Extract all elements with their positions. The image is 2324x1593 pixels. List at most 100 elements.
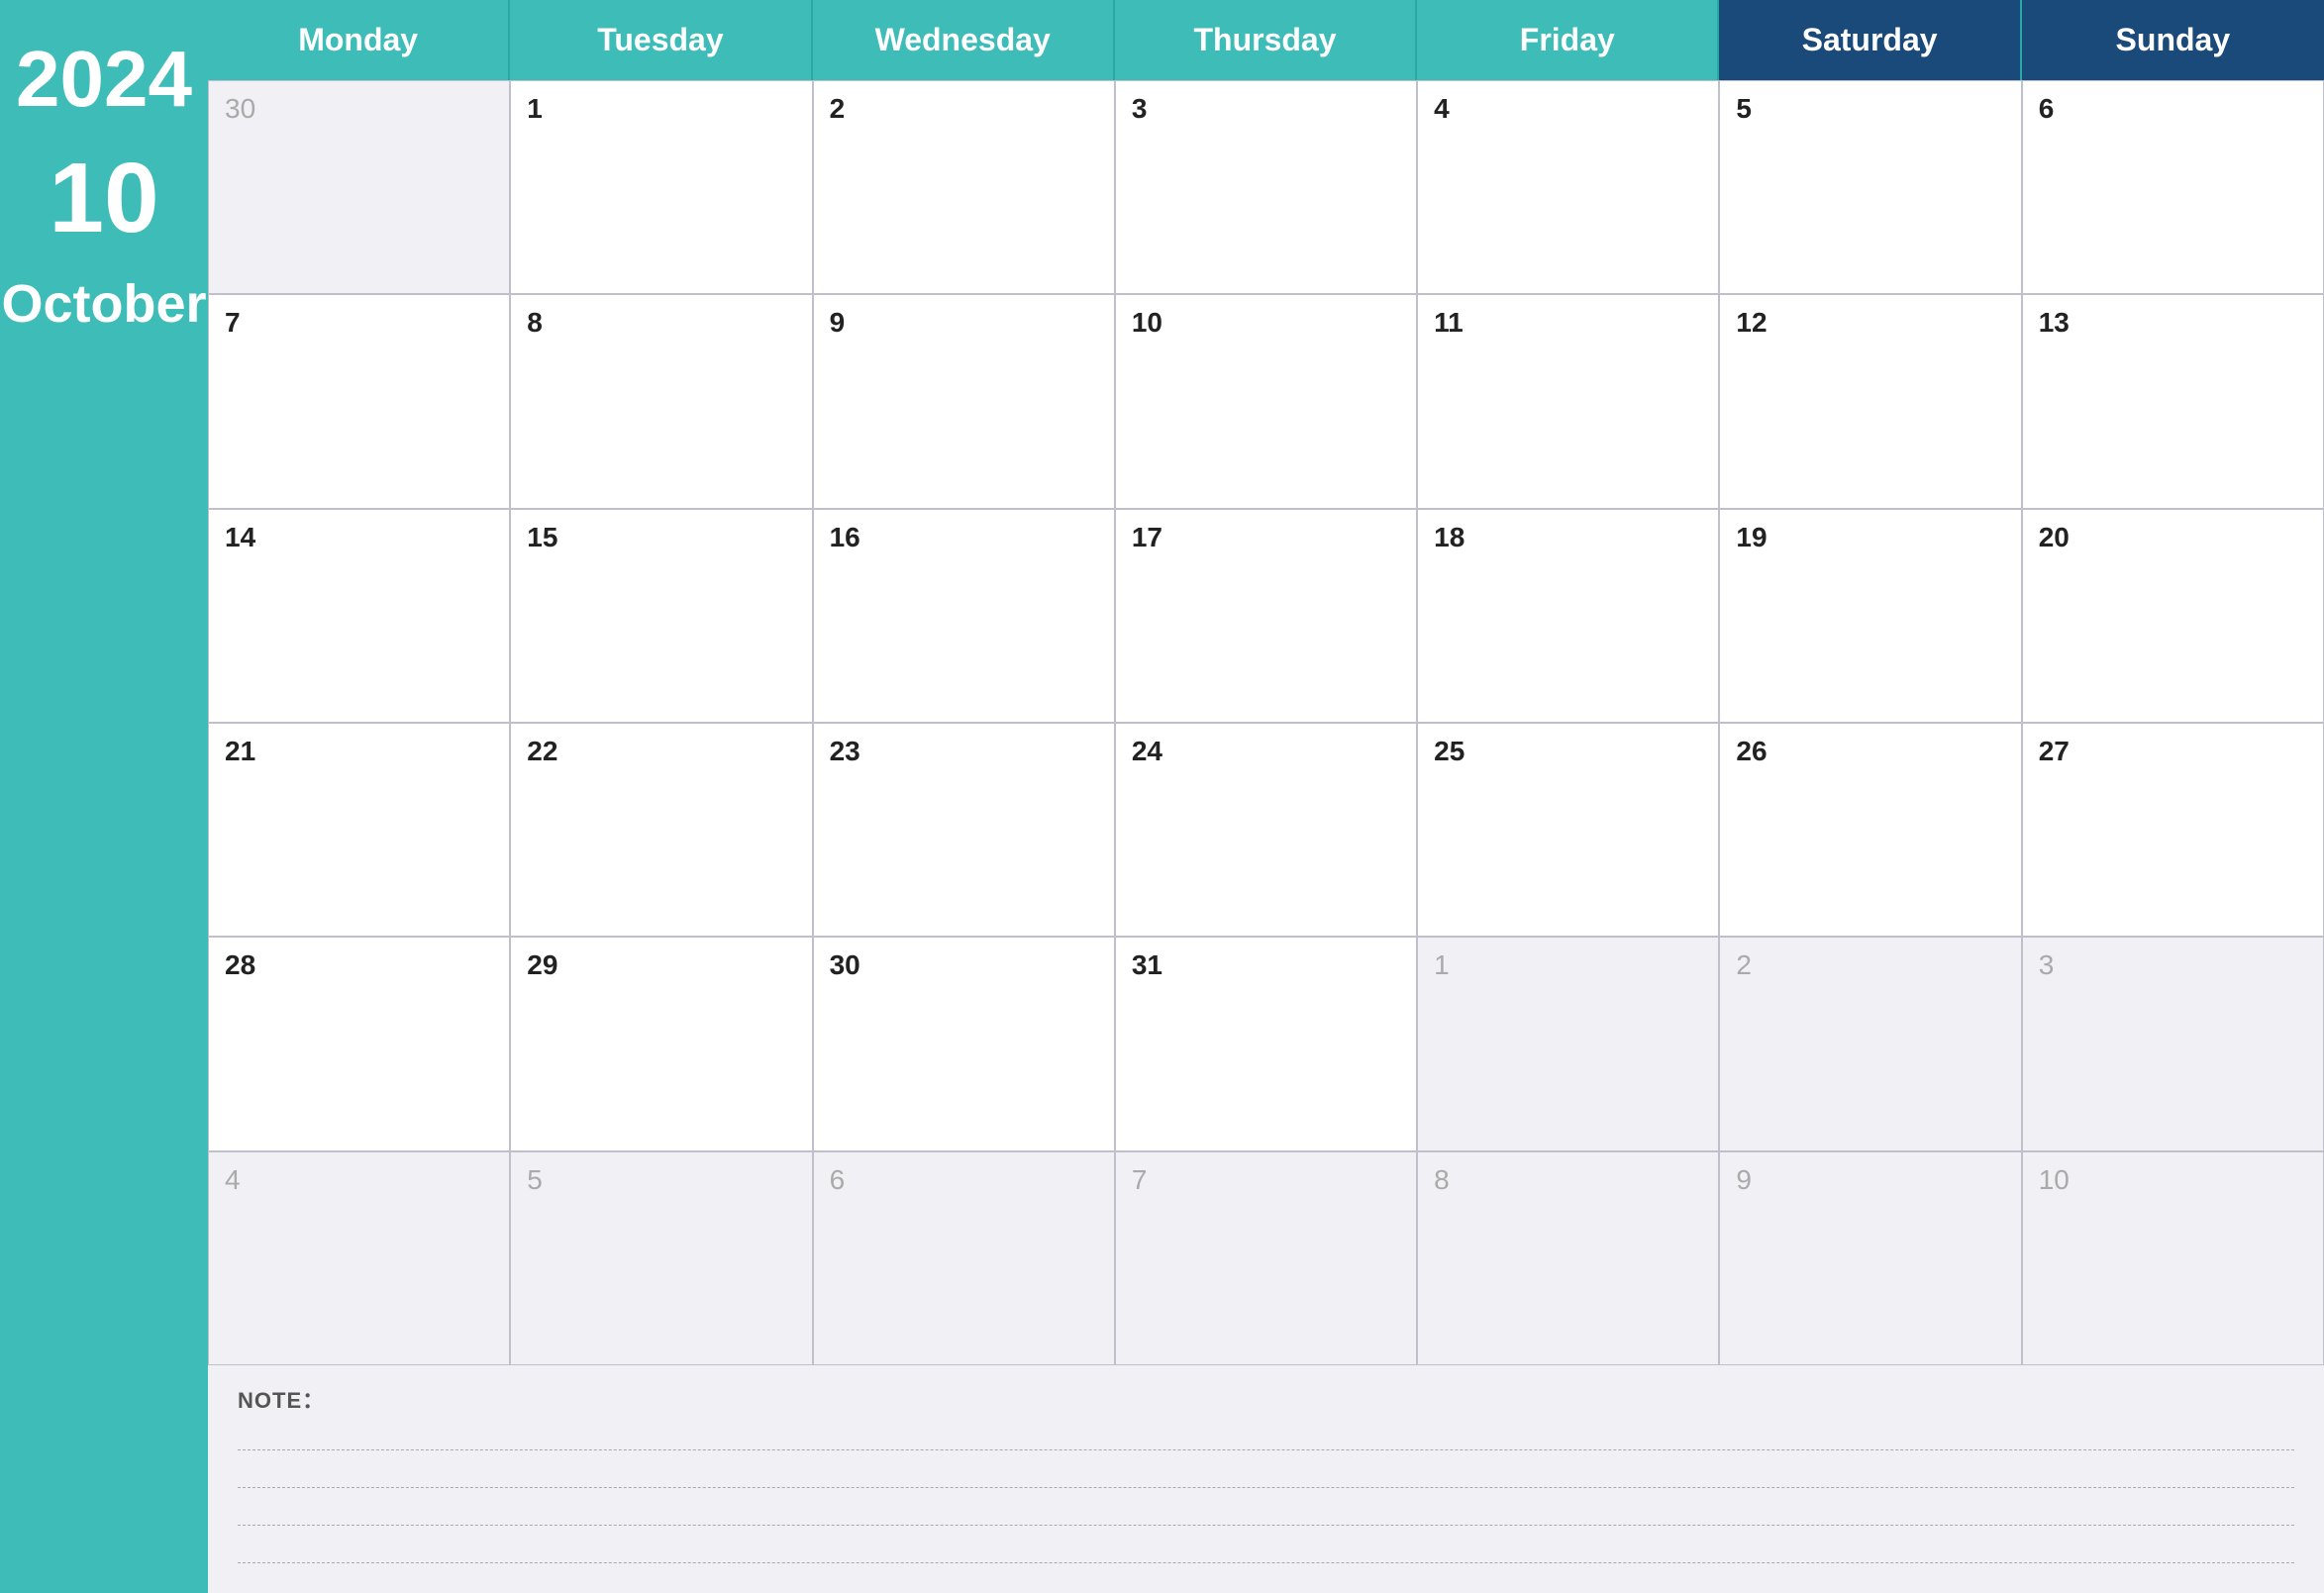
- day-headers: MondayTuesdayWednesdayThursdayFridaySatu…: [208, 0, 2324, 80]
- day-cell[interactable]: 26: [1719, 723, 2021, 937]
- day-number: 8: [1434, 1164, 1702, 1196]
- day-number: 11: [1434, 307, 1702, 339]
- day-header-wednesday: Wednesday: [813, 0, 1115, 80]
- day-number: 13: [2039, 307, 2307, 339]
- day-number: 29: [527, 949, 795, 981]
- day-number: 10: [1132, 307, 1400, 339]
- day-cell[interactable]: 8: [1417, 1151, 1719, 1365]
- day-number: 4: [225, 1164, 493, 1196]
- day-number: 1: [527, 93, 795, 125]
- day-cell[interactable]: 1: [1417, 937, 1719, 1150]
- day-cell[interactable]: 21: [208, 723, 510, 937]
- day-cell[interactable]: 6: [813, 1151, 1115, 1365]
- day-header-thursday: Thursday: [1115, 0, 1417, 80]
- day-header-monday: Monday: [208, 0, 510, 80]
- day-number: 25: [1434, 736, 1702, 767]
- day-cell[interactable]: 10: [1115, 294, 1417, 508]
- day-cell[interactable]: 7: [208, 294, 510, 508]
- calendar-grid: 3012345678910111213141516171819202122232…: [208, 80, 2324, 1365]
- day-number: 9: [1736, 1164, 2004, 1196]
- day-header-tuesday: Tuesday: [510, 0, 812, 80]
- day-number: 10: [2039, 1164, 2307, 1196]
- day-number: 30: [830, 949, 1098, 981]
- day-cell[interactable]: 28: [208, 937, 510, 1150]
- day-cell[interactable]: 10: [2022, 1151, 2324, 1365]
- note-line: [238, 1536, 2294, 1563]
- main-content: MondayTuesdayWednesdayThursdayFridaySatu…: [208, 0, 2324, 1593]
- day-cell[interactable]: 7: [1115, 1151, 1417, 1365]
- day-cell[interactable]: 5: [510, 1151, 812, 1365]
- day-cell[interactable]: 2: [1719, 937, 2021, 1150]
- day-number: 19: [1736, 522, 2004, 553]
- day-number: 17: [1132, 522, 1400, 553]
- day-cell[interactable]: 17: [1115, 509, 1417, 723]
- notes-section: NOTE：: [208, 1365, 2324, 1593]
- day-cell[interactable]: 6: [2022, 80, 2324, 294]
- calendar-container: 2024 10 October MondayTuesdayWednesdayTh…: [0, 0, 2324, 1593]
- day-cell[interactable]: 3: [1115, 80, 1417, 294]
- day-number: 31: [1132, 949, 1400, 981]
- day-number: 30: [225, 93, 493, 125]
- day-cell[interactable]: 11: [1417, 294, 1719, 508]
- day-cell[interactable]: 5: [1719, 80, 2021, 294]
- day-number: 2: [830, 93, 1098, 125]
- day-cell[interactable]: 29: [510, 937, 812, 1150]
- day-cell[interactable]: 23: [813, 723, 1115, 937]
- day-number: 5: [1736, 93, 2004, 125]
- day-number: 3: [2039, 949, 2307, 981]
- day-cell[interactable]: 30: [813, 937, 1115, 1150]
- day-cell[interactable]: 27: [2022, 723, 2324, 937]
- day-header-friday: Friday: [1417, 0, 1719, 80]
- day-number: 26: [1736, 736, 2004, 767]
- day-number: 14: [225, 522, 493, 553]
- day-cell[interactable]: 3: [2022, 937, 2324, 1150]
- day-number: 2: [1736, 949, 2004, 981]
- note-line: [238, 1423, 2294, 1450]
- day-number: 9: [830, 307, 1098, 339]
- day-number: 24: [1132, 736, 1400, 767]
- day-cell[interactable]: 1: [510, 80, 812, 294]
- day-cell[interactable]: 19: [1719, 509, 2021, 723]
- day-cell[interactable]: 15: [510, 509, 812, 723]
- day-cell[interactable]: 18: [1417, 509, 1719, 723]
- day-number: 20: [2039, 522, 2307, 553]
- day-number: 7: [225, 307, 493, 339]
- day-number: 21: [225, 736, 493, 767]
- day-cell[interactable]: 31: [1115, 937, 1417, 1150]
- day-cell[interactable]: 20: [2022, 509, 2324, 723]
- day-number: 23: [830, 736, 1098, 767]
- day-cell[interactable]: 14: [208, 509, 510, 723]
- day-cell[interactable]: 24: [1115, 723, 1417, 937]
- day-number: 6: [830, 1164, 1098, 1196]
- day-cell[interactable]: 22: [510, 723, 812, 937]
- note-label: NOTE：: [238, 1383, 2294, 1415]
- day-cell[interactable]: 8: [510, 294, 812, 508]
- day-cell[interactable]: 9: [1719, 1151, 2021, 1365]
- note-line: [238, 1498, 2294, 1526]
- day-number: 6: [2039, 93, 2307, 125]
- day-cell[interactable]: 13: [2022, 294, 2324, 508]
- day-number: 8: [527, 307, 795, 339]
- day-cell[interactable]: 16: [813, 509, 1115, 723]
- day-cell[interactable]: 4: [208, 1151, 510, 1365]
- day-number: 12: [1736, 307, 2004, 339]
- day-number: 16: [830, 522, 1098, 553]
- day-number: 15: [527, 522, 795, 553]
- day-cell[interactable]: 30: [208, 80, 510, 294]
- day-cell[interactable]: 2: [813, 80, 1115, 294]
- day-number: 7: [1132, 1164, 1400, 1196]
- day-cell[interactable]: 9: [813, 294, 1115, 508]
- note-line: [238, 1460, 2294, 1488]
- month-name-label: October: [1, 277, 206, 331]
- day-cell[interactable]: 12: [1719, 294, 2021, 508]
- day-header-saturday: Saturday: [1719, 0, 2021, 80]
- day-number: 27: [2039, 736, 2307, 767]
- day-number: 5: [527, 1164, 795, 1196]
- day-cell[interactable]: 4: [1417, 80, 1719, 294]
- day-number: 1: [1434, 949, 1702, 981]
- day-cell[interactable]: 25: [1417, 723, 1719, 937]
- day-header-sunday: Sunday: [2022, 0, 2324, 80]
- day-number: 28: [225, 949, 493, 981]
- day-number: 22: [527, 736, 795, 767]
- month-number-label: 10: [49, 149, 158, 248]
